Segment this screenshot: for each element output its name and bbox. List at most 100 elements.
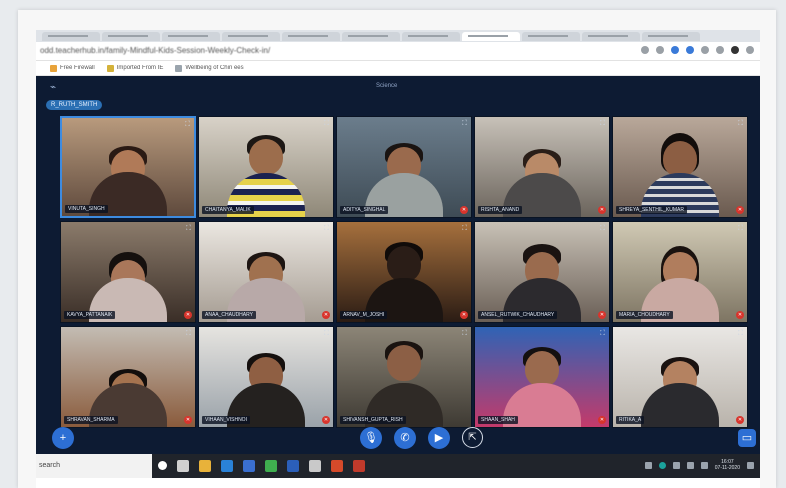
star-icon[interactable] xyxy=(641,46,649,54)
video-tile[interactable]: ⛶ CHAITANYA_MALIK xyxy=(198,116,334,218)
url-text[interactable]: odd.teacherhub.in/family-Mindful-Kids-Se… xyxy=(40,45,630,57)
expand-icon[interactable]: ⛶ xyxy=(599,330,606,337)
store-icon[interactable] xyxy=(243,460,255,472)
browser-tab[interactable] xyxy=(162,32,220,41)
video-tile[interactable]: ⛶ ANAA_CHAUDHARY ✕ xyxy=(198,221,334,323)
puzzle-icon[interactable] xyxy=(716,46,724,54)
expand-icon[interactable]: ⛶ xyxy=(323,120,330,127)
expand-icon[interactable]: ⛶ xyxy=(737,120,744,127)
participant-name: RISHTA_ANAND xyxy=(478,206,523,214)
phone-button[interactable]: ✆ xyxy=(394,427,416,449)
volume-icon[interactable] xyxy=(686,461,694,469)
video-tile[interactable]: ⛶ SHAAN_SHAH ✕ xyxy=(474,326,610,428)
wifi-icon[interactable] xyxy=(672,461,680,469)
expand-icon[interactable]: ⛶ xyxy=(184,121,191,128)
notification-icon[interactable] xyxy=(747,461,754,469)
browser-tab[interactable] xyxy=(222,32,280,41)
expand-icon[interactable]: ⛶ xyxy=(461,225,468,232)
taskbar-clock[interactable]: 16:07 07-11-2020 xyxy=(715,459,740,471)
add-button[interactable]: + xyxy=(52,427,74,449)
meeting-controls: + 🎙 ✆ ▶ ⇱ ▭ xyxy=(36,424,760,454)
browser-tab[interactable] xyxy=(102,32,160,41)
participant-face xyxy=(249,139,283,175)
video-tile[interactable]: ⛶ ADITYA_SINGHAL ✕ xyxy=(336,116,472,218)
participant-name: RITIKA_A xyxy=(616,416,645,424)
participant-name: SHAAN_SHAH xyxy=(478,416,518,424)
expand-icon[interactable]: ⛶ xyxy=(323,330,330,337)
mic-off-icon: ✕ xyxy=(184,416,192,424)
page-icon xyxy=(175,64,183,72)
video-tile[interactable]: ⛶ SHRAVAN_SHARMA ✕ xyxy=(60,326,196,428)
expand-icon[interactable]: ⛶ xyxy=(185,225,192,232)
app-icon[interactable] xyxy=(353,460,365,472)
camera-button[interactable]: ▶ xyxy=(428,427,450,449)
room-title: Science xyxy=(376,83,398,89)
more-menu-icon[interactable] xyxy=(746,46,754,54)
video-tile[interactable]: ⛶ VINUTA_SINGH xyxy=(60,116,196,218)
participant-name: SHRAVAN_SHARMA xyxy=(64,416,118,424)
cortana-icon[interactable] xyxy=(158,461,167,470)
participant-name: ANSEL_RUTWIK_CHAUDHARY xyxy=(478,311,558,319)
video-tile[interactable]: ⛶ RISHTA_ANAND ✕ xyxy=(474,116,610,218)
extension-icon[interactable] xyxy=(656,46,664,54)
expand-icon[interactable]: ⛶ xyxy=(599,225,606,232)
network-app-icon[interactable] xyxy=(658,461,666,469)
expand-icon[interactable]: ⛶ xyxy=(461,330,468,337)
address-bar[interactable]: odd.teacherhub.in/family-Mindful-Kids-Se… xyxy=(36,42,760,61)
participant-body xyxy=(641,383,719,427)
expand-icon[interactable]: ⛶ xyxy=(323,225,330,232)
browser-tab[interactable] xyxy=(42,32,100,41)
participant-name: VINUTA_SINGH xyxy=(65,205,108,213)
mic-button[interactable]: 🎙 xyxy=(360,427,382,449)
browser-tab-active[interactable] xyxy=(462,32,520,41)
file-explorer-icon[interactable] xyxy=(199,460,211,472)
share-screen-button[interactable]: ⇱ xyxy=(462,427,483,448)
expand-icon[interactable]: ⛶ xyxy=(185,330,192,337)
extension-icon[interactable] xyxy=(686,46,694,54)
video-tile[interactable]: ⛶ RITIKA_A ✕ xyxy=(612,326,748,428)
taskbar-apps xyxy=(158,460,365,472)
presenter-chip[interactable]: R_RUTH_SMITH xyxy=(46,100,103,110)
keyboard-icon[interactable] xyxy=(700,461,708,469)
expand-icon[interactable]: ⛶ xyxy=(461,120,468,127)
browser-tabstrip xyxy=(36,30,760,42)
expand-icon[interactable]: ⛶ xyxy=(599,120,606,127)
extension-icons xyxy=(641,46,754,54)
video-grid: ⛶ VINUTA_SINGH ⛶ CHAITANYA_MALIK ⛶ ADITY… xyxy=(60,116,750,428)
chevron-up-icon[interactable] xyxy=(644,461,652,469)
bookmark-item[interactable]: Free Firewall xyxy=(50,64,95,72)
word-icon[interactable] xyxy=(287,460,299,472)
browser-tab[interactable] xyxy=(402,32,460,41)
video-tile[interactable]: ⛶ KAVYA_PATTANAIK ✕ xyxy=(60,221,196,323)
mic-off-icon: ✕ xyxy=(460,206,468,214)
bookmark-item[interactable]: Imported From IE xyxy=(106,64,163,72)
chat-button[interactable]: ▭ xyxy=(738,429,756,447)
participant-face xyxy=(387,345,421,381)
profile-avatar-icon[interactable] xyxy=(731,46,739,54)
video-tile[interactable]: ⛶ ARNAV_M_JOSHI ✕ xyxy=(336,221,472,323)
extension-icon[interactable] xyxy=(701,46,709,54)
app-logo-icon: ⌁ xyxy=(50,82,57,93)
chrome-icon[interactable] xyxy=(265,460,277,472)
browser-tab[interactable] xyxy=(342,32,400,41)
video-tile[interactable]: ⛶ SHIVANSH_GUPTA_RISH xyxy=(336,326,472,428)
edge-icon[interactable] xyxy=(221,460,233,472)
browser-tab[interactable] xyxy=(282,32,340,41)
video-tile[interactable]: ⛶ MARIA_CHOUDHARY ✕ xyxy=(612,221,748,323)
powerpoint-icon[interactable] xyxy=(331,460,343,472)
video-tile[interactable]: ⛶ SHREYA_SENTHIL_KUMAR ✕ xyxy=(612,116,748,218)
video-tile[interactable]: ⛶ VIHAAN_VISHNOI ✕ xyxy=(198,326,334,428)
video-tile[interactable]: ⛶ ANSEL_RUTWIK_CHAUDHARY ✕ xyxy=(474,221,610,323)
screen: odd.teacherhub.in/family-Mindful-Kids-Se… xyxy=(36,30,760,488)
bookmark-item[interactable]: Wellbeing of Chin ees xyxy=(175,64,244,72)
expand-icon[interactable]: ⛶ xyxy=(737,225,744,232)
taskbar-search[interactable]: search xyxy=(36,454,152,478)
browser-tab[interactable] xyxy=(582,32,640,41)
task-view-icon[interactable] xyxy=(177,460,189,472)
app-icon[interactable] xyxy=(309,460,321,472)
mic-off-icon: ✕ xyxy=(736,311,744,319)
browser-tab[interactable] xyxy=(522,32,580,41)
expand-icon[interactable]: ⛶ xyxy=(737,330,744,337)
extension-icon[interactable] xyxy=(671,46,679,54)
browser-tab[interactable] xyxy=(642,32,700,41)
